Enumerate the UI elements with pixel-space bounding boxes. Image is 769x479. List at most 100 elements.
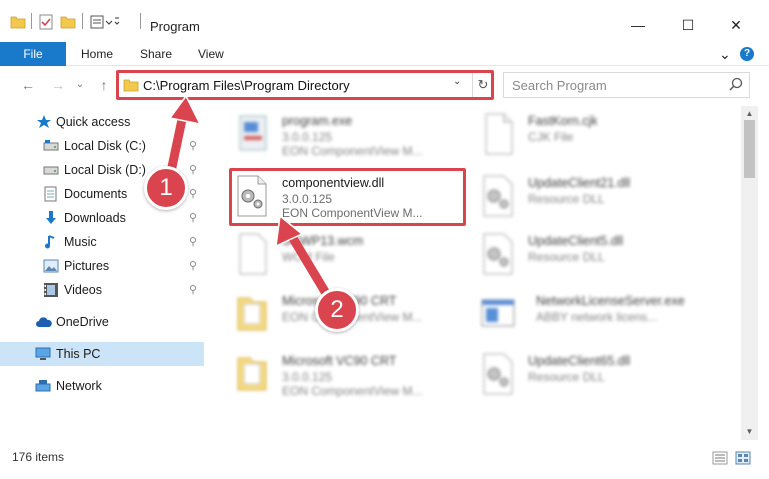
file-item[interactable]: UpdateClient65.dll Resource DLL	[480, 348, 720, 404]
file-item[interactable]: UpdateClient21.dll Resource DLL	[480, 170, 720, 226]
pin-icon: ⚲	[189, 164, 198, 176]
sidebar-item-label: Network	[56, 379, 102, 393]
file-icon	[480, 112, 520, 156]
customize-view-icon[interactable]	[90, 14, 120, 30]
tab-share[interactable]: Share	[140, 42, 172, 66]
sidebar-item-label: Music	[64, 235, 97, 249]
scroll-thumb[interactable]	[744, 120, 755, 178]
file-description: EON ComponentView M...	[282, 384, 423, 398]
back-button[interactable]: ←	[18, 75, 38, 95]
tab-home[interactable]: Home	[81, 42, 113, 66]
sidebar-item-downloads[interactable]: Downloads ⚲	[0, 206, 204, 230]
sidebar-item-label: Videos	[64, 283, 102, 297]
pictures-icon	[43, 258, 59, 274]
documents-icon	[43, 186, 59, 202]
sidebar-item-label: Pictures	[64, 259, 110, 273]
recent-locations-icon[interactable]: ⌄	[70, 75, 90, 95]
title-bar: Program — ☐ ✕	[0, 0, 769, 42]
sidebar-item-label: Downloads	[64, 211, 126, 225]
vertical-scrollbar[interactable]: ▲ ▼	[741, 106, 758, 440]
ribbon-tabs: File Home Share View ⌄ ?	[0, 42, 769, 66]
file-item[interactable]: NetworkLicenseServer.exe ABBY network li…	[480, 288, 720, 344]
file-name: UpdateClient65.dll	[528, 354, 631, 368]
file-list: program.exe 3.0.0.125 EON ComponentView …	[208, 100, 741, 440]
sidebar-item-local-disk-c[interactable]: Local Disk (C:) ⚲	[0, 134, 204, 158]
properties-icon[interactable]	[38, 14, 54, 30]
tab-file[interactable]: File	[0, 42, 66, 66]
file-description: ABBY network licens...	[536, 310, 658, 324]
drive-icon	[43, 162, 59, 178]
dll-gear-icon	[480, 352, 520, 396]
file-type: Resource DLL	[528, 192, 605, 206]
sidebar-item-music[interactable]: Music ⚲	[0, 230, 204, 254]
details-view-icon[interactable]	[712, 450, 728, 466]
up-button[interactable]: ↑	[94, 75, 114, 95]
sidebar-item-pictures[interactable]: Pictures ⚲	[0, 254, 204, 278]
divider	[31, 13, 32, 29]
file-name: NetworkLicenseServer.exe	[536, 294, 685, 308]
file-version: 3.0.0.125	[282, 130, 333, 144]
file-type: Resource DLL	[528, 250, 605, 264]
divider	[140, 13, 141, 29]
sidebar-item-label: Quick access	[56, 115, 131, 129]
network-icon	[35, 378, 51, 394]
pin-icon: ⚲	[189, 260, 198, 272]
ribbon-collapse-icon[interactable]: ⌄	[719, 42, 731, 66]
pin-icon: ⚲	[189, 188, 198, 200]
close-button[interactable]: ✕	[713, 10, 759, 40]
sidebar-item-label: Local Disk (D:)	[64, 163, 146, 177]
window-title: Program	[150, 19, 200, 34]
sidebar-item-label: Local Disk (C:)	[64, 139, 146, 153]
sidebar-item-this-pc[interactable]: This PC	[0, 342, 204, 366]
sidebar-item-videos[interactable]: Videos ⚲	[0, 278, 204, 302]
file-name: UpdateClient21.dll	[528, 176, 631, 190]
scroll-down-arrow[interactable]: ▼	[741, 424, 758, 440]
file-name: UpdateClient5.dll	[528, 234, 624, 248]
item-count: 176 items	[12, 450, 65, 464]
maximize-button[interactable]: ☐	[665, 10, 711, 40]
sidebar-item-network[interactable]: Network	[0, 374, 204, 398]
search-input[interactable]: Search Program	[512, 78, 607, 93]
forward-button[interactable]: →	[48, 75, 68, 95]
sidebar-item-quick-access[interactable]: Quick access	[0, 110, 204, 134]
sidebar-item-onedrive[interactable]: OneDrive	[0, 310, 204, 334]
step-badge-2: 2	[315, 288, 359, 332]
file-name: SGWP13.wcm	[282, 234, 364, 248]
help-icon[interactable]: ?	[740, 47, 754, 61]
drive-icon	[43, 138, 59, 154]
file-description: EON ComponentView M...	[282, 144, 423, 158]
star-icon	[36, 114, 52, 130]
cloud-icon	[35, 314, 52, 330]
sidebar-item-label: This PC	[56, 347, 101, 361]
address-highlight-box	[116, 70, 494, 100]
file-item[interactable]: Microsoft VC90 CRT 3.0.0.125 EON Compone…	[234, 348, 474, 404]
dll-gear-icon	[480, 232, 520, 276]
folder-icon	[234, 352, 274, 396]
divider	[82, 13, 83, 29]
music-icon	[43, 234, 59, 250]
file-item[interactable]: program.exe 3.0.0.125 EON ComponentView …	[234, 108, 474, 164]
minimize-button[interactable]: —	[615, 10, 661, 40]
status-bar: 176 items	[0, 446, 769, 470]
videos-icon	[43, 282, 59, 298]
file-name: FastKorn.cjk	[528, 114, 598, 128]
folder-icon	[10, 14, 26, 30]
search-icon[interactable]	[729, 76, 743, 94]
folder-icon	[234, 292, 274, 336]
new-folder-icon[interactable]	[60, 14, 76, 30]
search-box[interactable]: Search Program	[503, 72, 750, 98]
file-name: Microsoft VC90 CRT	[282, 354, 397, 368]
pin-icon: ⚲	[189, 140, 198, 152]
pin-icon: ⚲	[189, 284, 198, 296]
tab-view[interactable]: View	[198, 42, 224, 66]
file-type: Resource DLL	[528, 370, 605, 384]
file-highlight-box	[229, 168, 466, 226]
file-item[interactable]: SGWP13.wcm WCM File	[234, 228, 474, 284]
sidebar-item-label: OneDrive	[56, 315, 109, 329]
file-item[interactable]: UpdateClient5.dll Resource DLL	[480, 228, 720, 284]
file-version: 3.0.0.125	[282, 370, 333, 384]
exe-icon	[234, 112, 274, 156]
large-icons-view-icon[interactable]	[735, 450, 751, 466]
file-name: program.exe	[282, 114, 353, 128]
file-item[interactable]: FastKorn.cjk CJK File	[480, 108, 720, 164]
